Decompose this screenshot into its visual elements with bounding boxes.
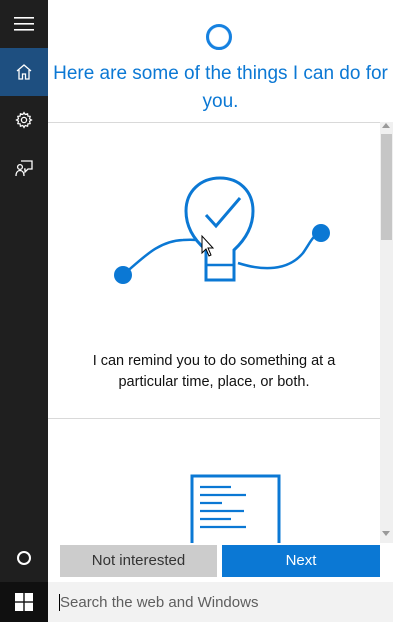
feedback-icon	[15, 160, 33, 177]
settings-button[interactable]	[0, 96, 48, 144]
suggestion-card-reminders: I can remind you to do something at a pa…	[48, 123, 380, 418]
home-button[interactable]	[0, 48, 48, 96]
hamburger-icon	[14, 17, 34, 31]
windows-logo-icon	[15, 593, 33, 611]
scrollbar[interactable]	[380, 122, 393, 543]
page-title: Here are some of the things I can do for…	[53, 63, 388, 112]
hamburger-menu-button[interactable]	[0, 0, 48, 48]
scrollbar-thumb[interactable]	[381, 134, 392, 240]
next-button[interactable]: Next	[222, 545, 380, 577]
document-icon	[190, 474, 281, 543]
scroll-down-icon[interactable]	[382, 531, 390, 536]
cortana-circle-icon	[17, 551, 31, 565]
home-icon	[16, 64, 32, 80]
search-box[interactable]	[48, 582, 393, 622]
feedback-button[interactable]	[0, 144, 48, 192]
panel-header: Here are some of the things I can do for…	[48, 0, 393, 122]
nav-rail	[0, 0, 48, 582]
cortana-button[interactable]	[0, 534, 48, 582]
taskbar	[0, 582, 393, 622]
suggestion-text: I can remind you to do something at a pa…	[92, 353, 336, 390]
search-input[interactable]	[60, 582, 380, 622]
scroll-up-icon[interactable]	[382, 123, 390, 128]
cortana-panel: Here are some of the things I can do for…	[48, 0, 393, 582]
suggestions-list[interactable]: I can remind you to do something at a pa…	[48, 123, 380, 543]
lightbulb-check-icon	[114, 176, 330, 284]
not-interested-button[interactable]: Not interested	[60, 545, 217, 577]
gear-icon	[15, 111, 33, 129]
cortana-logo-icon	[206, 24, 232, 50]
start-button[interactable]	[0, 582, 48, 622]
